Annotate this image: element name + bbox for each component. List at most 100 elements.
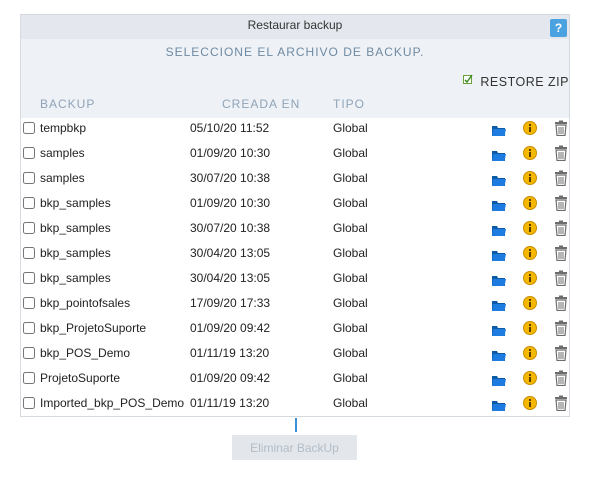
backup-type: Global — [333, 146, 368, 160]
trash-icon[interactable] — [553, 120, 569, 137]
table-row: bkp_POS_Demo 01/11/19 13:20 Global — [21, 342, 569, 367]
backup-type: Global — [333, 396, 368, 410]
dialog-title: Restaurar backup — [247, 18, 343, 32]
info-icon[interactable] — [523, 146, 537, 160]
trash-icon[interactable] — [553, 170, 569, 187]
info-icon[interactable] — [523, 321, 537, 335]
folder-icon[interactable] — [491, 373, 507, 387]
folder-icon[interactable] — [491, 173, 507, 187]
info-icon[interactable] — [523, 246, 537, 260]
delete-backup-button[interactable]: Eliminar BackUp — [232, 435, 357, 460]
folder-icon[interactable] — [491, 123, 507, 137]
trash-icon[interactable] — [553, 320, 569, 337]
row-select-checkbox[interactable] — [23, 197, 35, 209]
trash-icon[interactable] — [553, 270, 569, 287]
backup-date: 30/04/20 13:05 — [190, 246, 271, 260]
dialog-titlebar: Restaurar backup ? — [21, 15, 569, 39]
backup-date: 30/07/20 10:38 — [190, 221, 271, 235]
table-row: bkp_samples 30/07/20 10:38 Global — [21, 217, 569, 242]
row-select-checkbox[interactable] — [23, 122, 35, 134]
folder-icon[interactable] — [491, 248, 507, 262]
backup-type: Global — [333, 121, 368, 135]
backup-date: 30/04/20 13:05 — [190, 271, 271, 285]
backup-type: Global — [333, 321, 368, 335]
backup-type: Global — [333, 196, 368, 210]
backup-date: 01/09/20 10:30 — [190, 196, 271, 210]
row-select-checkbox[interactable] — [23, 372, 35, 384]
trash-icon[interactable] — [553, 245, 569, 262]
row-select-checkbox[interactable] — [23, 222, 35, 234]
backup-type: Global — [333, 271, 368, 285]
info-icon[interactable] — [523, 296, 537, 310]
backup-name: samples — [40, 171, 85, 185]
backup-type: Global — [333, 371, 368, 385]
backup-name: bkp_POS_Demo — [40, 346, 131, 360]
backup-type: Global — [333, 246, 368, 260]
info-icon[interactable] — [523, 196, 537, 210]
backup-date: 01/11/19 13:20 — [190, 396, 270, 410]
info-icon[interactable] — [523, 121, 537, 135]
backup-name: bkp_samples — [40, 246, 111, 260]
row-select-checkbox[interactable] — [23, 147, 35, 159]
folder-icon[interactable] — [491, 398, 507, 412]
restore-zip-link[interactable]: RESTORE ZIP — [463, 73, 569, 89]
backup-name: Imported_bkp_POS_Demo — [40, 396, 185, 410]
row-select-checkbox[interactable] — [23, 347, 35, 359]
backup-name: bkp_samples — [40, 196, 111, 210]
info-icon[interactable] — [523, 371, 537, 385]
trash-icon[interactable] — [553, 395, 569, 412]
row-select-checkbox[interactable] — [23, 272, 35, 284]
trash-icon[interactable] — [553, 220, 569, 237]
row-select-checkbox[interactable] — [23, 322, 35, 334]
backup-date: 01/09/20 09:42 — [190, 371, 271, 385]
folder-icon[interactable] — [491, 348, 507, 362]
row-select-checkbox[interactable] — [23, 247, 35, 259]
backup-date: 17/09/20 17:33 — [190, 296, 271, 310]
table-row: Imported_bkp_POS_Demo 01/11/19 13:20 Glo… — [21, 392, 569, 417]
info-icon[interactable] — [523, 346, 537, 360]
backup-name: samples — [40, 146, 85, 160]
splitter-handle — [295, 418, 297, 432]
table-row: samples 30/07/20 10:38 Global — [21, 167, 569, 192]
backup-date: 01/09/20 09:42 — [190, 321, 271, 335]
table-row: bkp_ProjetoSuporte 01/09/20 09:42 Global — [21, 317, 569, 342]
row-select-checkbox[interactable] — [23, 297, 35, 309]
trash-icon[interactable] — [553, 345, 569, 362]
restore-zip-label: RESTORE ZIP — [480, 75, 569, 89]
folder-icon[interactable] — [491, 273, 507, 287]
column-header-type: TIPO — [333, 97, 366, 111]
backup-type: Global — [333, 221, 368, 235]
folder-icon[interactable] — [491, 148, 507, 162]
folder-icon[interactable] — [491, 223, 507, 237]
table-row: bkp_samples 01/09/20 10:30 Global — [21, 192, 569, 217]
folder-icon[interactable] — [491, 323, 507, 337]
table-row: samples 01/09/20 10:30 Global — [21, 142, 569, 167]
info-icon[interactable] — [523, 171, 537, 185]
table-row: bkp_samples 30/04/20 13:05 Global — [21, 267, 569, 292]
backup-name: ProjetoSuporte — [40, 371, 121, 385]
trash-icon[interactable] — [553, 145, 569, 162]
trash-icon[interactable] — [553, 370, 569, 387]
row-select-checkbox[interactable] — [23, 172, 35, 184]
table-row: tempbkp 05/10/20 11:52 Global — [21, 117, 569, 142]
info-icon[interactable] — [523, 396, 537, 410]
info-icon[interactable] — [523, 271, 537, 285]
backup-date: 05/10/20 11:52 — [190, 121, 270, 135]
backup-name: tempbkp — [40, 121, 87, 135]
instruction-text: SELECCIONE EL ARCHIVO DE BACKUP. — [165, 45, 425, 59]
folder-icon[interactable] — [491, 198, 507, 212]
folder-icon[interactable] — [491, 298, 507, 312]
backup-type: Global — [333, 346, 368, 360]
backup-type: Global — [333, 171, 368, 185]
row-select-checkbox[interactable] — [23, 397, 35, 409]
restore-backup-panel: Restaurar backup ? SELECCIONE EL ARCHIVO… — [20, 14, 570, 417]
table-row: ProjetoSuporte 01/09/20 09:42 Global — [21, 367, 569, 392]
trash-icon[interactable] — [553, 195, 569, 212]
trash-icon[interactable] — [553, 295, 569, 312]
info-icon[interactable] — [523, 221, 537, 235]
backup-type: Global — [333, 296, 368, 310]
table-row: bkp_samples 30/04/20 13:05 Global — [21, 242, 569, 267]
restore-zip-icon — [463, 73, 474, 84]
table-row: bkp_pointofsales 17/09/20 17:33 Global — [21, 292, 569, 317]
help-button[interactable]: ? — [550, 19, 567, 37]
